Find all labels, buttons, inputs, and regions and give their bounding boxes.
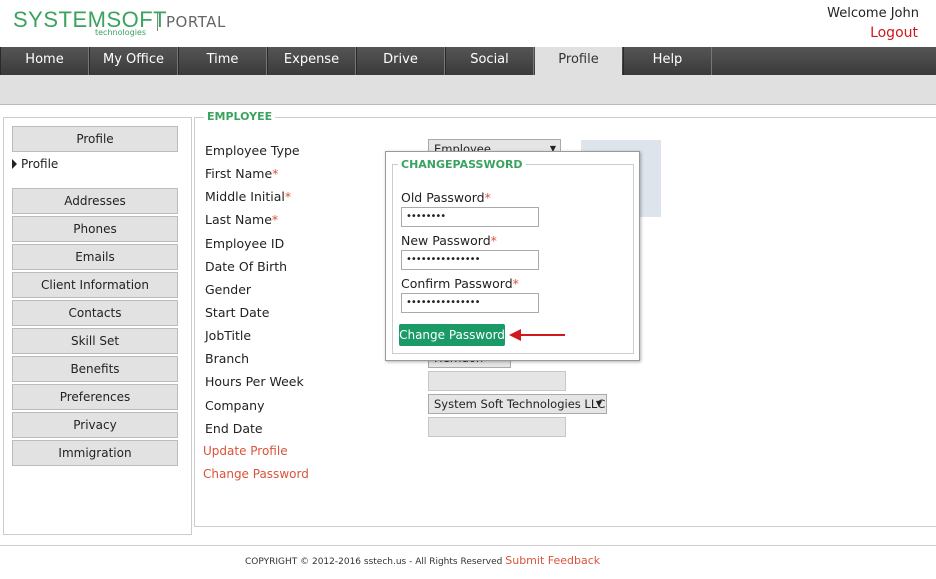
portal-title: PORTAL <box>166 13 226 31</box>
footer-divider <box>0 545 936 546</box>
old-password-input[interactable]: •••••••• <box>401 207 539 227</box>
header: SYSTEMSOFT technologies PORTAL Welcome J… <box>0 0 936 47</box>
arrow-left-icon <box>509 329 565 341</box>
sidebar-active-label: Profile <box>21 157 59 171</box>
gender-label: Gender <box>205 282 252 297</box>
tab-expense[interactable]: Expense <box>267 47 356 75</box>
first-name-label: First Name* <box>205 166 279 181</box>
confirm-password-input[interactable]: ••••••••••••••• <box>401 293 539 313</box>
company-select[interactable]: System Soft Technologies LLC ▼ <box>428 394 607 414</box>
company-label: Company <box>205 398 265 413</box>
copyright-text: COPYRIGHT © 2012-2016 sstech.us - All Ri… <box>245 557 503 567</box>
welcome-text: Welcome John <box>827 6 919 21</box>
caret-right-icon <box>12 159 17 169</box>
tab-profile[interactable]: Profile <box>535 47 622 75</box>
old-password-label: Old Password* <box>401 190 491 205</box>
confirm-password-label: Confirm Password* <box>401 276 519 291</box>
sidebar-item-phones[interactable]: Phones <box>12 216 178 242</box>
update-profile-link[interactable]: Update Profile <box>203 444 288 458</box>
new-password-label: New Password* <box>401 233 497 248</box>
sidebar-active-profile[interactable]: Profile <box>12 157 58 171</box>
change-password-link[interactable]: Change Password <box>203 467 309 481</box>
change-password-button[interactable]: Change Password <box>399 324 505 346</box>
sidebar-item-profile[interactable]: Profile <box>12 126 178 152</box>
sidebar-item-immigration[interactable]: Immigration <box>12 440 178 466</box>
dropdown-arrow-icon: ▼ <box>595 399 602 408</box>
sidebar-item-emails[interactable]: Emails <box>12 244 178 270</box>
employee-type-label: Employee Type <box>205 143 300 158</box>
hours-input[interactable] <box>428 371 566 391</box>
new-password-input[interactable]: ••••••••••••••• <box>401 250 539 270</box>
tab-home[interactable]: Home <box>0 47 89 75</box>
sidebar-item-privacy[interactable]: Privacy <box>12 412 178 438</box>
dob-label: Date Of Birth <box>205 259 288 274</box>
sidebar: Profile Profile Addresses Phones Emails … <box>3 117 192 535</box>
branch-label: Branch <box>205 351 250 366</box>
sidebar-item-contacts[interactable]: Contacts <box>12 300 178 326</box>
tab-help[interactable]: Help <box>623 47 712 75</box>
logo-divider <box>157 13 158 31</box>
sidebar-item-skill-set[interactable]: Skill Set <box>12 328 178 354</box>
company-value: System Soft Technologies LLC <box>434 397 606 411</box>
tab-social[interactable]: Social <box>445 47 534 75</box>
employee-legend: EMPLOYEE <box>204 110 276 123</box>
footer: COPYRIGHT © 2012-2016 sstech.us - All Ri… <box>245 554 600 567</box>
logo-sub: technologies <box>95 28 146 37</box>
sidebar-item-preferences[interactable]: Preferences <box>12 384 178 410</box>
last-name-label: Last Name* <box>205 212 279 227</box>
tab-drive[interactable]: Drive <box>356 47 445 75</box>
sidebar-item-addresses[interactable]: Addresses <box>12 188 178 214</box>
main-nav: Home My Office Time Expense Drive Social… <box>0 47 936 75</box>
employee-id-label: Employee ID <box>205 236 285 251</box>
sub-toolbar <box>0 75 936 105</box>
logout-link[interactable]: Logout <box>870 25 918 41</box>
sidebar-item-client-information[interactable]: Client Information <box>12 272 178 298</box>
hours-label: Hours Per Week <box>205 374 304 389</box>
end-date-input[interactable] <box>428 417 566 437</box>
submit-feedback-link[interactable]: Submit Feedback <box>505 554 600 567</box>
tab-time[interactable]: Time <box>178 47 267 75</box>
end-date-label: End Date <box>205 421 263 436</box>
jobtitle-label: JobTitle <box>205 328 252 343</box>
tab-my-office[interactable]: My Office <box>89 47 178 75</box>
middle-initial-label: Middle Initial* <box>205 189 292 204</box>
sidebar-item-benefits[interactable]: Benefits <box>12 356 178 382</box>
change-password-title: CHANGEPASSWORD <box>398 158 526 171</box>
start-date-label: Start Date <box>205 305 270 320</box>
logo: SYSTEMSOFT technologies <box>13 9 167 38</box>
